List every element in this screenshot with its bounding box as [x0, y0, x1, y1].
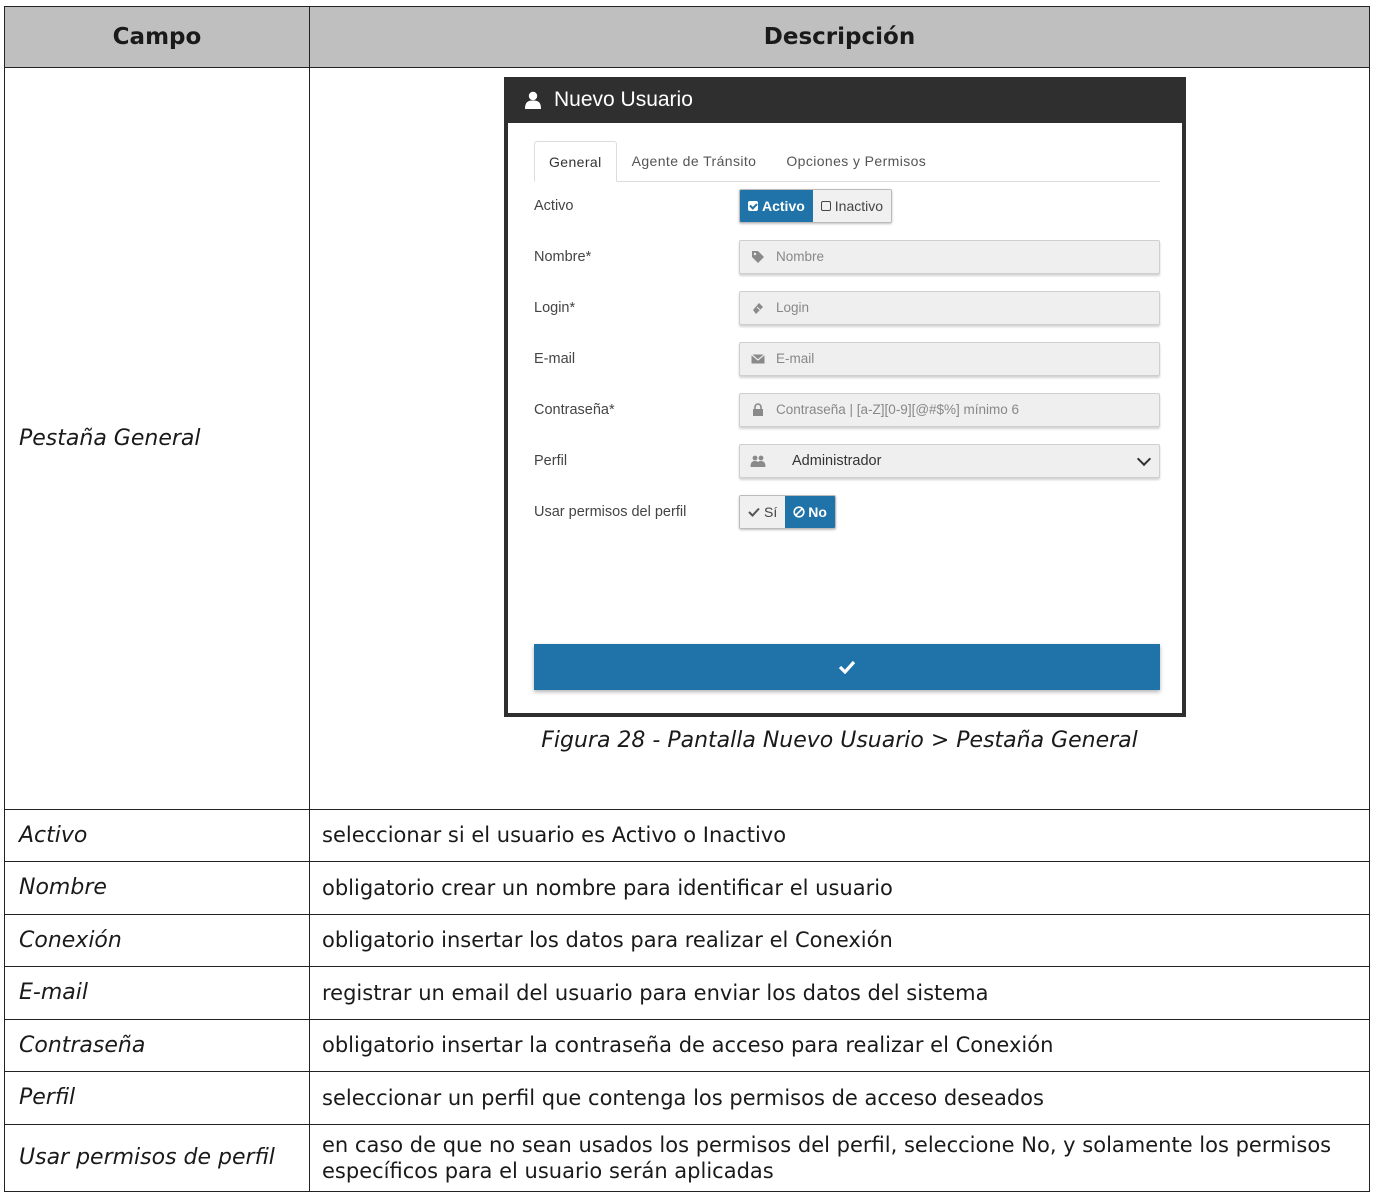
field-activo: Activo — [4, 808, 310, 863]
nombre-placeholder: Nombre — [776, 249, 825, 265]
login-input[interactable]: Login — [739, 290, 1160, 325]
perfil-row: Perfil Administrador — [534, 443, 1160, 478]
field-perfil: Perfil — [4, 1071, 310, 1125]
login-row: Login* Login — [534, 290, 1160, 325]
desc-activo: seleccionar si el usuario es Activo o In… — [309, 808, 1370, 863]
nuevo-usuario-window: Nuevo Usuario General Agente de Tránsito… — [504, 76, 1186, 717]
login-label: Login* — [534, 299, 576, 316]
permisos-toggle: Sí No — [739, 494, 836, 529]
perfil-value: Administrador — [792, 452, 882, 469]
figure-caption: Figura 28 - Pantalla Nuevo Usuario > Pes… — [541, 727, 1138, 753]
tab-opciones-permisos[interactable]: Opciones y Permisos — [771, 153, 941, 181]
user-icon — [525, 91, 541, 109]
login-placeholder: Login — [776, 300, 810, 316]
window-title: Nuevo Usuario — [554, 87, 693, 111]
si-button-label: Sí — [764, 503, 778, 520]
header-descripcion: Descripción — [309, 6, 1370, 68]
activo-toggle: Activo Inactivo — [739, 188, 893, 223]
tab-bar: General Agente de Tránsito Opciones y Pe… — [534, 139, 1160, 182]
desc-usar-permisos: en caso de que no sean usados los permis… — [309, 1123, 1370, 1193]
field-email: E-mail — [4, 966, 310, 1020]
si-button[interactable]: Sí — [740, 495, 786, 528]
chevron-down-icon — [1136, 451, 1152, 466]
field-conexion: Conexión — [4, 913, 310, 968]
envelope-icon — [751, 353, 765, 364]
check-icon — [838, 660, 856, 674]
field-nombre: Nombre — [4, 861, 310, 915]
desc-conexion: obligatorio insertar los datos para real… — [309, 913, 1370, 968]
no-button[interactable]: No — [785, 495, 835, 528]
users-icon — [750, 455, 766, 467]
inactivo-button-label: Inactivo — [834, 197, 884, 214]
email-row: E-mail E-mail — [534, 341, 1160, 376]
permisos-row: Usar permisos del perfil Sí No — [534, 494, 1160, 529]
perfil-label: Perfil — [534, 452, 568, 469]
lock-icon — [753, 403, 763, 416]
tab-agente-transito[interactable]: Agente de Tránsito — [617, 153, 772, 181]
activo-row: Activo Activo Inactivo — [534, 188, 1160, 223]
activo-label: Activo — [534, 197, 574, 214]
ticket-icon — [753, 302, 763, 314]
desc-contrasena: obligatorio insertar la contraseña de ac… — [309, 1018, 1370, 1073]
password-label: Contraseña* — [534, 401, 615, 418]
checkbox-empty-icon — [820, 200, 831, 211]
email-label: E-mail — [534, 350, 576, 367]
activo-button[interactable]: Activo — [740, 189, 813, 222]
header-campo: Campo — [4, 6, 310, 68]
desc-nombre: obligatorio crear un nombre para identif… — [309, 861, 1370, 915]
window-header: Nuevo Usuario — [508, 77, 1182, 123]
desc-perfil: seleccionar un perfil que contenga los p… — [309, 1071, 1370, 1125]
permisos-label: Usar permisos del perfil — [534, 503, 687, 520]
activo-button-label: Activo — [762, 197, 805, 214]
check-icon — [748, 507, 760, 517]
perfil-select[interactable]: Administrador — [739, 443, 1160, 478]
nombre-input[interactable]: Nombre — [739, 239, 1160, 274]
checkbox-checked-icon — [748, 200, 758, 211]
inactivo-button[interactable]: Inactivo — [812, 189, 892, 222]
nombre-label: Nombre* — [534, 248, 592, 265]
password-input[interactable]: Contraseña | [a-Z][0-9][@#$%] mínimo 6 — [739, 392, 1160, 427]
screenshot-cell: Nuevo Usuario General Agente de Tránsito… — [309, 66, 1370, 810]
field-usar-permisos: Usar permisos de perfil — [4, 1123, 310, 1193]
email-placeholder: E-mail — [776, 351, 815, 367]
email-input[interactable]: E-mail — [739, 341, 1160, 376]
main-field-label: Pestaña General — [4, 66, 310, 810]
password-placeholder: Contraseña | [a-Z][0-9][@#$%] mínimo 6 — [776, 402, 1020, 418]
nombre-row: Nombre* Nombre — [534, 239, 1160, 274]
ban-icon — [793, 506, 805, 518]
tag-icon — [752, 250, 764, 263]
password-row: Contraseña* Contraseña | [a-Z][0-9][@#$%… — [534, 392, 1160, 427]
window-body: General Agente de Tránsito Opciones y Pe… — [508, 122, 1182, 713]
tab-general[interactable]: General — [534, 140, 617, 182]
submit-button[interactable] — [534, 643, 1160, 690]
field-contrasena: Contraseña — [4, 1018, 310, 1073]
no-button-label: No — [808, 503, 827, 520]
field-description-table: Campo Descripción Pestaña General Nuevo … — [4, 6, 1370, 1193]
desc-email: registrar un email del usuario para envi… — [309, 966, 1370, 1020]
